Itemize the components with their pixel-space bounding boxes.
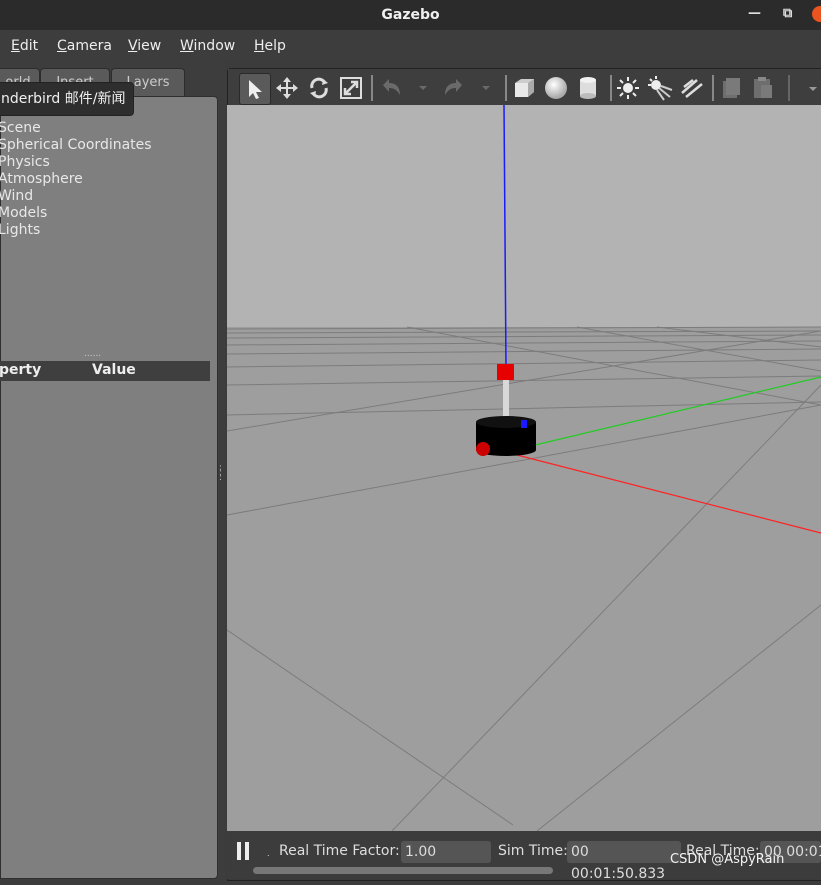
- sim-time-value: 00 00:01:50.833: [567, 841, 681, 882]
- paste-icon[interactable]: [748, 73, 778, 103]
- vertical-splitter-handle[interactable]: :::: [219, 464, 222, 483]
- sky-background: [227, 105, 821, 327]
- point-light-icon[interactable]: [613, 73, 643, 103]
- scale-icon[interactable]: [336, 73, 366, 103]
- close-icon[interactable]: [812, 6, 821, 22]
- panel-splitter-grip[interactable]: ......: [84, 349, 101, 359]
- tree-item-scene[interactable]: Scene: [0, 120, 41, 136]
- pause-icon[interactable]: [237, 842, 251, 862]
- toolbar-separator: [505, 75, 507, 101]
- value-column-header[interactable]: Value: [92, 362, 136, 378]
- toolbar: [228, 69, 821, 105]
- tree-item-lights[interactable]: Lights: [0, 222, 40, 238]
- real-time-factor-value: 1.00: [401, 841, 491, 863]
- tree-item-atmosphere[interactable]: Atmosphere: [0, 171, 83, 187]
- menu-help[interactable]: Help: [254, 38, 286, 54]
- toolbar-separator: [788, 75, 790, 101]
- spot-light-icon[interactable]: [645, 73, 675, 103]
- horizontal-scrollbar[interactable]: [253, 867, 553, 874]
- taskbar-tooltip: nderbird 邮件/新闻: [0, 82, 135, 116]
- minimize-icon[interactable]: —: [748, 6, 761, 21]
- box-icon[interactable]: [509, 73, 539, 103]
- menu-edit[interactable]: Edit: [11, 38, 38, 54]
- maximize-icon[interactable]: ⧉: [783, 6, 792, 21]
- watermark-text: CSDN @AspyRain: [670, 852, 785, 867]
- sim-time-label: Sim Time:: [498, 843, 568, 859]
- tree-item-wind[interactable]: Wind: [0, 188, 33, 204]
- toolbar-separator: [371, 75, 373, 101]
- redo-icon[interactable]: [439, 73, 469, 103]
- real-time-factor-label: Real Time Factor:: [279, 843, 400, 859]
- menu-camera[interactable]: Camera: [57, 38, 112, 54]
- translate-icon[interactable]: [272, 73, 302, 103]
- step-dot: .: [267, 849, 270, 858]
- copy-icon[interactable]: [716, 73, 746, 103]
- property-header: perty Value: [0, 361, 210, 381]
- ground-plane: [227, 327, 821, 831]
- menu-bar: Edit Camera View Window Help: [0, 30, 821, 62]
- rotate-icon[interactable]: [304, 73, 334, 103]
- window-title: Gazebo: [381, 7, 440, 23]
- undo-icon[interactable]: [376, 73, 406, 103]
- scene-viewport[interactable]: [227, 105, 821, 831]
- redo-history-dropdown[interactable]: [471, 73, 490, 103]
- menu-view[interactable]: View: [128, 38, 161, 54]
- undo-history-dropdown[interactable]: [408, 73, 427, 103]
- cylinder-icon[interactable]: [573, 73, 603, 103]
- toolbar-separator: [610, 75, 612, 101]
- toolbar-separator: [712, 75, 714, 101]
- left-panel: orld Insert Layers Scene Spherical Coord…: [0, 62, 225, 879]
- property-column-header[interactable]: perty: [0, 362, 41, 378]
- tree-item-spherical-coordinates[interactable]: Spherical Coordinates: [0, 137, 152, 153]
- tree-item-models[interactable]: Models: [0, 205, 47, 221]
- sphere-icon[interactable]: [541, 73, 571, 103]
- tree-item-physics[interactable]: Physics: [0, 154, 50, 170]
- directional-light-icon[interactable]: [677, 73, 707, 103]
- menu-window[interactable]: Window: [180, 38, 235, 54]
- select-arrow-icon[interactable]: [239, 73, 271, 105]
- title-bar: Gazebo — ⧉: [0, 0, 821, 30]
- toolbar-overflow-dropdown[interactable]: [798, 73, 817, 103]
